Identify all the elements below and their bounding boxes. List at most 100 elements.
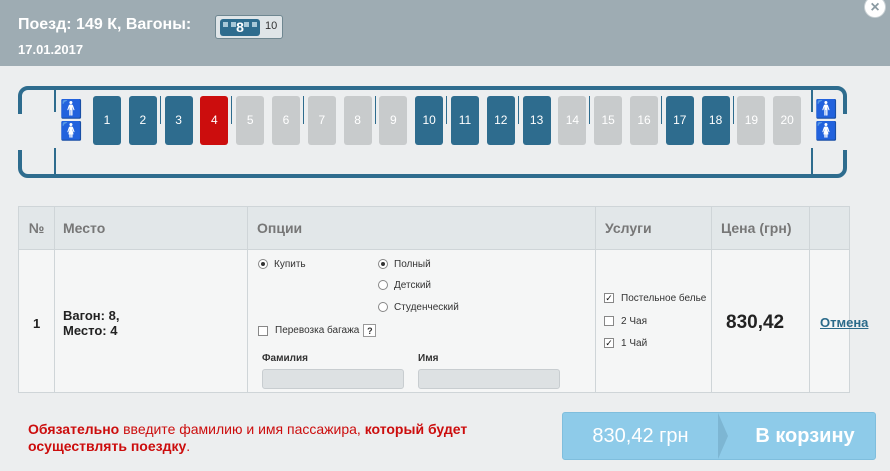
- tea1-checkbox[interactable]: ✓: [604, 338, 614, 349]
- wagon-car-9: 9: [379, 96, 408, 145]
- help-icon[interactable]: ?: [363, 324, 377, 337]
- wagon-car-10[interactable]: 10: [415, 96, 444, 145]
- compartment-separator: [231, 96, 233, 124]
- option-buy[interactable]: Купить: [258, 259, 306, 273]
- fare-full[interactable]: Полный: [378, 259, 431, 273]
- train-coupling-left: [17, 114, 25, 150]
- linen-checkbox[interactable]: ✓: [604, 293, 614, 304]
- passenger-note: Обязательно введите фамилию и имя пассаж…: [28, 421, 468, 455]
- col-header-action: [810, 207, 849, 250]
- note-end: .: [186, 438, 191, 454]
- compartment-separator: [589, 96, 591, 124]
- tea2-checkbox[interactable]: [604, 316, 614, 327]
- wagon-car-11[interactable]: 11: [451, 96, 479, 145]
- place-info: Вагон: 8, Место: 4: [63, 308, 119, 338]
- wagon-car-13[interactable]: 13: [522, 96, 551, 145]
- wagon-car-14: 14: [558, 96, 587, 145]
- col-header-options: Опции: [248, 207, 596, 250]
- compartment-separator: [517, 96, 519, 124]
- wagon-car-18[interactable]: 18: [701, 96, 730, 145]
- door-right: [811, 86, 813, 112]
- door-left-bottom: [54, 148, 56, 178]
- col-header-services: Услуги: [596, 207, 712, 250]
- note-bold-required: Обязательно: [28, 421, 120, 437]
- tea1-label: 1 Чай: [621, 338, 648, 349]
- compartment-separator: [446, 96, 448, 124]
- fare-child-radio[interactable]: [378, 280, 388, 291]
- cell-price: 830,42: [712, 250, 810, 392]
- wagon-car-15: 15: [594, 96, 623, 145]
- col-header-place: Место: [55, 207, 248, 250]
- place-wagon: Вагон: 8,: [63, 308, 120, 323]
- wagon-car-7: 7: [307, 96, 336, 145]
- col-header-price: Цена (грн): [712, 207, 810, 250]
- door-left: [54, 86, 56, 112]
- surname-label: Фамилия: [262, 353, 308, 364]
- wagon-car-17[interactable]: 17: [665, 96, 694, 145]
- compartment-separator: [374, 96, 376, 124]
- wagon-car-6: 6: [272, 96, 300, 145]
- fare-full-radio[interactable]: [378, 259, 388, 270]
- train-coupling-right: [840, 114, 848, 150]
- wagon-car-19: 19: [737, 96, 766, 145]
- wagon-car-8: 8: [343, 96, 372, 145]
- wagon-car-3[interactable]: 3: [164, 96, 193, 145]
- booking-table: № Место Опции Услуги Цена (грн) 1 Вагон:…: [18, 206, 868, 393]
- cell-place: Вагон: 8, Место: 4: [55, 250, 248, 392]
- note-text: введите фамилию и имя пассажира,: [119, 421, 365, 437]
- luggage-checkbox[interactable]: [258, 325, 268, 336]
- compartment-separator: [303, 96, 304, 124]
- fare-student-radio[interactable]: [378, 302, 388, 313]
- cell-services: ✓ Постельное белье 2 Чая ✓ 1 Чай: [596, 250, 712, 392]
- place-seat: Место: 4: [63, 323, 118, 338]
- name-input[interactable]: [418, 369, 560, 389]
- button-divider-arrow: [718, 413, 728, 459]
- service-tea2[interactable]: 2 Чая: [604, 316, 647, 330]
- luggage-option[interactable]: Перевозка багажа?: [258, 324, 377, 338]
- add-to-basket-button[interactable]: 830,42 грн В корзину: [562, 412, 876, 460]
- toilet-icon: 🚹🚺: [815, 99, 837, 141]
- wagon-car-12[interactable]: 12: [486, 96, 515, 145]
- wagon-car-5: 5: [236, 96, 265, 145]
- cancel-link[interactable]: Отмена: [820, 315, 868, 330]
- fare-child-label: Детский: [394, 280, 432, 291]
- ticket-price: 830,42: [726, 312, 785, 333]
- wagon-car-16: 16: [630, 96, 658, 145]
- compartment-separator: [159, 96, 161, 124]
- cell-action: Отмена: [810, 250, 868, 392]
- wagon-car-2[interactable]: 2: [128, 96, 157, 145]
- train-title: Поезд: 149 К, Вагоны:: [18, 16, 192, 33]
- train-diagram: 🚹🚺 🚹🚺 1 2 3 4 5 6 7 8 9 10 11 12 13 14 15 16 17 18 19 20: [17, 86, 848, 178]
- wagon-selector[interactable]: 8 10: [215, 15, 283, 39]
- basket-price: 830,42 грн: [592, 425, 689, 447]
- service-tea1[interactable]: ✓ 1 Чай: [604, 338, 647, 352]
- tea2-label: 2 Чая: [621, 316, 647, 327]
- door-right-bottom: [811, 148, 813, 178]
- buy-radio[interactable]: [258, 259, 268, 270]
- wagon-car-4[interactable]: 4: [200, 96, 229, 145]
- wagon-count: 10: [265, 20, 278, 32]
- wagon-car-20: 20: [773, 96, 802, 145]
- fare-student[interactable]: Студенческий: [378, 302, 459, 316]
- selected-wagon-number: 8: [236, 19, 244, 35]
- dialog-header: Поезд: 149 К, Вагоны: 8 10 17.01.2017: [0, 0, 890, 66]
- wagon-icon: 8: [220, 19, 260, 36]
- compartment-separator: [661, 96, 662, 124]
- cell-options: Купить Полный Детский Студенческий Перев…: [248, 250, 596, 392]
- toilet-icon: 🚹🚺: [60, 99, 82, 141]
- wagon-car-1[interactable]: 1: [93, 96, 121, 145]
- train-date: 17.01.2017: [18, 42, 84, 57]
- service-linen[interactable]: ✓ Постельное белье: [604, 293, 706, 307]
- col-header-num: №: [19, 207, 55, 250]
- row-number: 1: [33, 316, 41, 331]
- compartment-separator: [732, 96, 734, 124]
- cell-num: 1: [19, 250, 55, 392]
- buy-label: Купить: [274, 259, 306, 270]
- fare-child[interactable]: Детский: [378, 280, 431, 294]
- linen-label: Постельное белье: [621, 293, 707, 304]
- fare-student-label: Студенческий: [394, 302, 459, 313]
- basket-label: В корзину: [755, 425, 855, 447]
- fare-full-label: Полный: [394, 259, 431, 270]
- surname-input[interactable]: [262, 369, 404, 389]
- luggage-label: Перевозка багажа: [275, 325, 360, 337]
